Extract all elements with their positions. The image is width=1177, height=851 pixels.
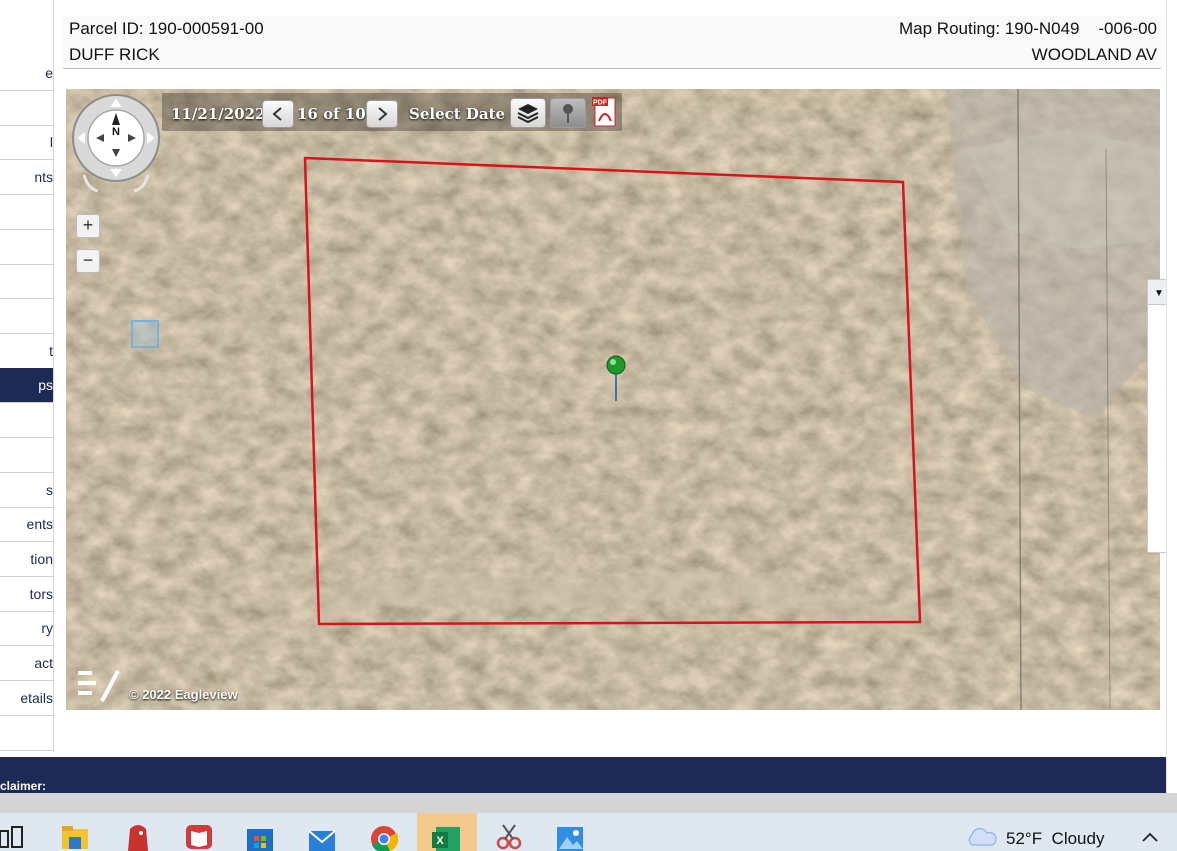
sidebar-item[interactable]: l [0, 125, 53, 160]
sidebar-item[interactable]: etails [0, 681, 53, 716]
disclaimer-label: claimer: [0, 779, 47, 793]
sidebar-item-label: t [49, 343, 53, 359]
windows-taskbar: X 52°F Cloudy [0, 813, 1177, 851]
compass-navigation-icon[interactable]: N [70, 93, 162, 199]
owner-name: DUFF RICK [69, 45, 160, 64]
photos-icon[interactable] [556, 823, 584, 851]
snipping-tool-icon[interactable] [495, 823, 523, 851]
fullscreen-icon[interactable] [131, 320, 159, 348]
sidebar-item[interactable]: ps [0, 368, 53, 403]
microsoft-store-icon[interactable] [246, 823, 274, 851]
svg-text:N: N [112, 126, 120, 138]
sidebar-item[interactable] [0, 195, 53, 230]
zoom-out-button[interactable]: − [76, 249, 100, 273]
map-toolbar: 11/21/2022 16 of 104 Select Date ▼ PDF [162, 93, 622, 131]
sidebar-item[interactable]: e [0, 56, 53, 91]
svg-text:PDF: PDF [593, 100, 608, 107]
sidebar-item-label: ps [38, 377, 53, 393]
street-address: WOODLAND AV [1031, 45, 1157, 64]
sidebar-item[interactable]: nts [0, 160, 53, 195]
sidebar-item-label: act [34, 655, 53, 671]
chevron-up-icon[interactable] [1141, 831, 1159, 843]
next-image-button[interactable] [366, 100, 398, 128]
caret-down-icon: ▼ [1154, 288, 1164, 299]
sidebar-item-label: ry [41, 620, 53, 636]
page-footer: claimer: [0, 757, 1166, 793]
pdf-export-icon[interactable]: PDF [590, 95, 620, 129]
mail-icon[interactable] [308, 823, 336, 851]
aerial-map[interactable]: N + − 11/21/2022 16 of 104 Select Date ▼ [66, 89, 1160, 710]
sidebar-item[interactable]: t [0, 334, 53, 369]
weather-text[interactable]: 52°F Cloudy [1006, 829, 1104, 849]
sidebar-item-label: ents [26, 516, 53, 532]
sidebar-item[interactable] [0, 299, 53, 334]
left-navigation: e l nts t ps s ents tion tors ry act etails [0, 0, 54, 752]
sidebar-item[interactable] [0, 438, 53, 473]
sidebar-item-label: s [46, 482, 53, 498]
chrome-icon[interactable] [370, 823, 398, 851]
map-routing: Map Routing: 190-N049 -006-00 [899, 19, 1157, 38]
sidebar-item[interactable]: act [0, 646, 53, 681]
sidebar-item[interactable] [0, 716, 53, 751]
task-view-icon[interactable] [0, 823, 28, 851]
map-copyright: © 2022 Eagleview [129, 687, 238, 702]
sidebar-item[interactable]: s [0, 473, 53, 508]
book-reader-icon[interactable] [185, 823, 213, 851]
file-explorer-icon[interactable] [61, 823, 89, 851]
svg-text:X: X [436, 835, 444, 847]
sidebar-item-label: tors [29, 586, 53, 602]
layers-icon [517, 104, 539, 124]
zoom-in-button[interactable]: + [76, 214, 100, 238]
sidebar-item[interactable]: ry [0, 611, 53, 646]
image-counter: 16 of 104 [297, 105, 377, 123]
chevron-right-icon [378, 107, 388, 121]
sidebar-item-label: etails [20, 690, 53, 706]
sidebar-item[interactable] [0, 91, 53, 126]
measure-button[interactable] [550, 98, 586, 128]
sidebar-item[interactable]: ents [0, 507, 53, 542]
image-date: 11/21/2022 [171, 105, 266, 123]
sidebar-item[interactable]: tion [0, 542, 53, 577]
aerial-imagery [66, 89, 1160, 710]
sidebar-item-label: l [49, 134, 53, 150]
sidebar-item[interactable]: tors [0, 577, 53, 612]
parcel-id: Parcel ID: 190-000591-00 [69, 19, 264, 38]
select-date-dropdown[interactable]: Select Date ▼ [409, 105, 518, 123]
sidebar-item-label: e [45, 65, 53, 81]
sidebar-item[interactable] [0, 264, 53, 299]
chevron-left-icon [272, 107, 282, 121]
sidebar-item-label: tion [30, 551, 53, 567]
excel-icon[interactable]: X [432, 823, 460, 851]
vertical-scrollbar[interactable] [1166, 0, 1177, 793]
previous-image-button[interactable] [262, 100, 294, 128]
sidebar-item[interactable] [0, 230, 53, 265]
sidebar-item-label: nts [34, 169, 53, 185]
horizontal-scrollbar[interactable] [0, 793, 1177, 813]
sidebar-item[interactable] [0, 403, 53, 438]
layers-button[interactable] [510, 98, 546, 128]
cloud-weather-icon[interactable] [964, 827, 998, 847]
gnome-app-icon[interactable] [124, 823, 152, 851]
eagleview-logo [78, 670, 120, 702]
pushpin-icon [563, 104, 573, 123]
parcel-header: Parcel ID: 190-000591-00 DUFF RICK Map R… [63, 16, 1161, 69]
